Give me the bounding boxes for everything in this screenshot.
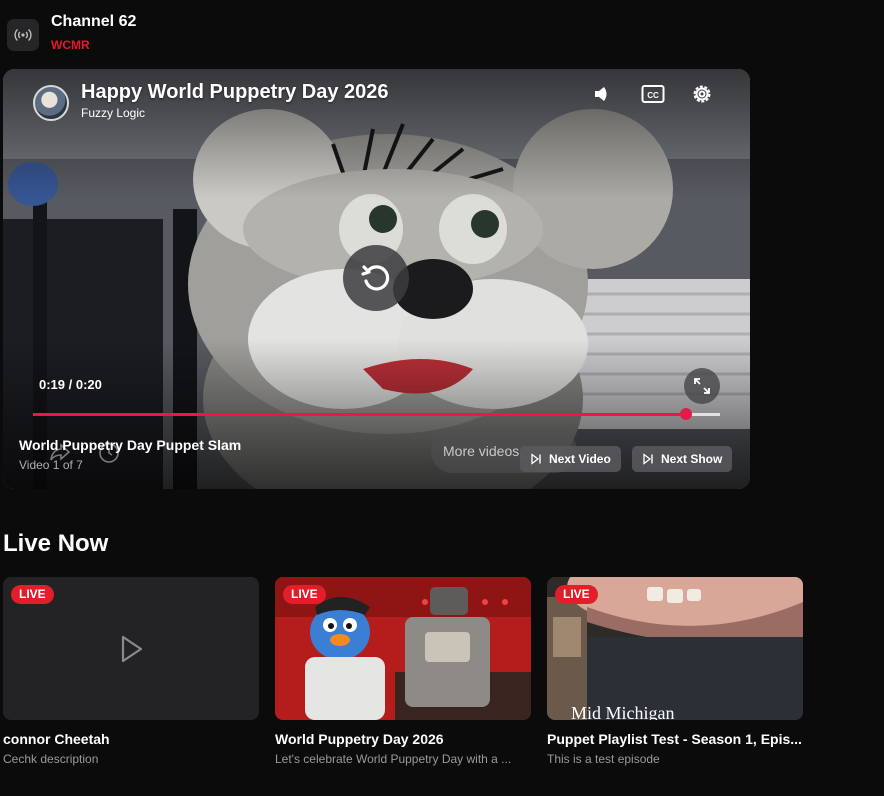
live-card-description: This is a test episode (547, 752, 660, 766)
skip-next-icon (643, 453, 653, 465)
closed-captions-icon[interactable]: CC (639, 80, 667, 108)
video-title: Happy World Puppetry Day 2026 (81, 81, 389, 103)
skip-next-icon (531, 453, 541, 465)
live-badge: LIVE (555, 585, 598, 604)
live-badge: LIVE (283, 585, 326, 604)
clock-icon[interactable] (98, 442, 120, 469)
video-player[interactable]: Happy World Puppetry Day 2026 Fuzzy Logi… (3, 69, 750, 489)
live-card-title[interactable]: World Puppetry Day 2026 (275, 731, 531, 747)
live-card[interactable]: LIVE Mid Michigan Puppet Playlist Test -… (547, 577, 803, 766)
svg-text:CC: CC (647, 91, 659, 100)
creator-avatar[interactable] (33, 85, 69, 121)
next-show-label: Next Show (661, 452, 723, 466)
next-show-button[interactable]: Next Show (632, 446, 733, 472)
next-video-button[interactable]: Next Video (520, 446, 621, 472)
live-badge: LIVE (11, 585, 54, 604)
live-card-title[interactable]: connor Cheetah (3, 731, 259, 747)
creator-name[interactable]: Fuzzy Logic (81, 106, 145, 120)
channel-header: Channel 62 WCMR (7, 12, 136, 52)
volume-icon[interactable] (588, 80, 616, 108)
live-now-heading: Live Now (3, 530, 109, 557)
live-card-thumbnail[interactable]: LIVE (3, 577, 259, 720)
live-card-description: Cechk description (3, 752, 99, 766)
channel-name: Channel 62 (51, 13, 137, 30)
replay-icon (361, 265, 390, 291)
play-icon (121, 635, 143, 663)
progress-knob[interactable] (679, 408, 692, 420)
settings-gear-icon[interactable] (688, 80, 716, 108)
live-card-description: Let's celebrate World Puppetry Day with … (275, 752, 512, 766)
replay-button[interactable] (343, 245, 409, 311)
more-videos-label: More videos (443, 443, 520, 459)
progress-bar[interactable] (33, 408, 720, 420)
progress-fill (33, 413, 686, 416)
station-watermark: Mid Michigan (571, 703, 675, 720)
live-card[interactable]: LIVE connor Cheetah Cechk description (3, 577, 259, 766)
channel-callsign: WCMR (51, 38, 90, 52)
broadcast-icon[interactable] (7, 19, 39, 51)
live-card-thumbnail[interactable]: LIVE (275, 577, 531, 720)
live-card-title[interactable]: Puppet Playlist Test - Season 1, Epis... (547, 731, 803, 747)
fullscreen-icon[interactable] (684, 368, 720, 404)
live-card[interactable]: LIVE World Puppetry Day 2026 Let's celeb… (275, 577, 531, 766)
next-video-label: Next Video (549, 452, 611, 466)
time-display: 0:19 / 0:20 (39, 377, 102, 392)
live-card-thumbnail[interactable]: LIVE Mid Michigan (547, 577, 803, 720)
share-icon[interactable] (49, 442, 71, 467)
